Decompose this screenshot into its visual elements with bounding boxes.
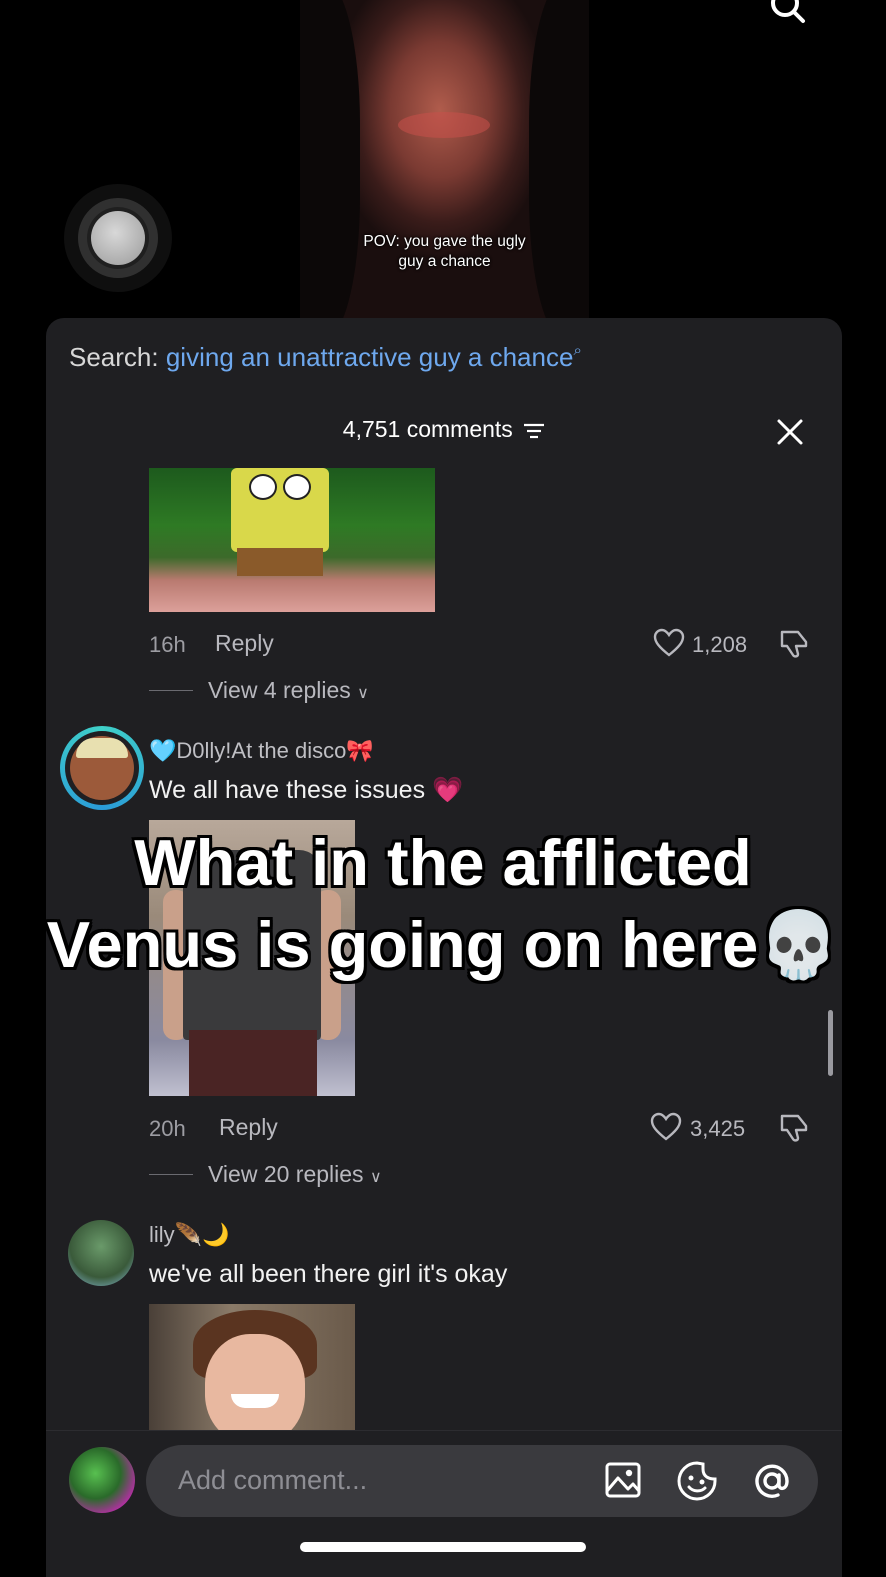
comment-input-placeholder: Add comment... — [178, 1465, 368, 1495]
related-search[interactable]: Search: giving an unattractive guy a cha… — [69, 342, 582, 373]
scrollbar[interactable] — [828, 1010, 833, 1076]
sticker-icon[interactable] — [676, 1460, 718, 1502]
view-replies-label: View 4 replies — [208, 677, 351, 703]
comment-timestamp: 16h — [149, 632, 186, 657]
assistive-touch-knob — [91, 211, 145, 265]
search-prefix: Search: — [69, 342, 159, 372]
comment-gif-spongebob[interactable] — [149, 468, 435, 612]
chevron-down-icon: ∨ — [357, 685, 369, 702]
my-avatar[interactable] — [69, 1447, 135, 1513]
search-term-icon: ⌕ — [573, 342, 582, 359]
assistive-touch-button[interactable] — [64, 184, 172, 292]
view-replies-label: View 20 replies — [208, 1161, 364, 1187]
replies-divider — [149, 1174, 193, 1175]
gif-character — [231, 468, 329, 552]
view-replies-button[interactable]: View 4 replies ∨ — [208, 677, 369, 704]
comment-username[interactable]: 🩵D0lly!At the disco🎀 — [149, 738, 374, 764]
video-caption: POV: you gave the ugly guy a chance — [300, 232, 589, 272]
comment-input[interactable]: Add comment... — [146, 1445, 818, 1517]
view-replies-button[interactable]: View 20 replies ∨ — [208, 1161, 382, 1188]
heart-icon[interactable] — [650, 1112, 682, 1142]
comment-photo[interactable] — [149, 1304, 355, 1434]
replies-divider — [149, 690, 193, 691]
avatar[interactable] — [60, 726, 144, 810]
video-caption-line1: POV: you gave the ugly — [363, 233, 526, 250]
overlay-caption: What in the afflicted Venus is going on … — [0, 822, 886, 986]
avatar[interactable] — [68, 1220, 134, 1286]
video-face-detail — [398, 112, 490, 138]
comment-text: we've all been there girl it's okay — [149, 1260, 508, 1288]
video-caption-line2: guy a chance — [398, 253, 491, 270]
search-icon[interactable] — [768, 0, 806, 24]
search-term-link[interactable]: giving an unattractive guy a chance — [166, 342, 574, 372]
dislike-icon[interactable] — [778, 628, 810, 660]
comments-count: 4,751 comments — [342, 416, 513, 442]
heart-icon[interactable] — [653, 628, 685, 658]
like-count: 1,208 — [692, 632, 748, 657]
image-icon[interactable] — [604, 1461, 642, 1499]
comment-username[interactable]: lily🪶🌙 — [149, 1222, 229, 1248]
gif-character-pants — [237, 548, 323, 576]
comment-text: We all have these issues 💗 — [149, 776, 464, 804]
mention-icon[interactable] — [750, 1459, 794, 1503]
comment-input-bar: Add comment... — [46, 1430, 842, 1577]
dislike-icon[interactable] — [778, 1112, 810, 1144]
close-icon[interactable] — [774, 416, 806, 448]
filter-icon[interactable] — [523, 422, 545, 440]
reply-button[interactable]: Reply — [219, 1114, 278, 1141]
home-indicator[interactable] — [300, 1542, 586, 1552]
comments-header: 4,751 comments — [46, 416, 842, 443]
reply-button[interactable]: Reply — [215, 630, 274, 657]
overlay-caption-line2: Venus is going on here💀 — [46, 908, 840, 981]
overlay-caption-line1: What in the afflicted — [134, 826, 752, 899]
like-count: 3,425 — [690, 1116, 746, 1141]
chevron-down-icon: ∨ — [369, 1169, 382, 1186]
comment-timestamp: 20h — [149, 1116, 186, 1141]
